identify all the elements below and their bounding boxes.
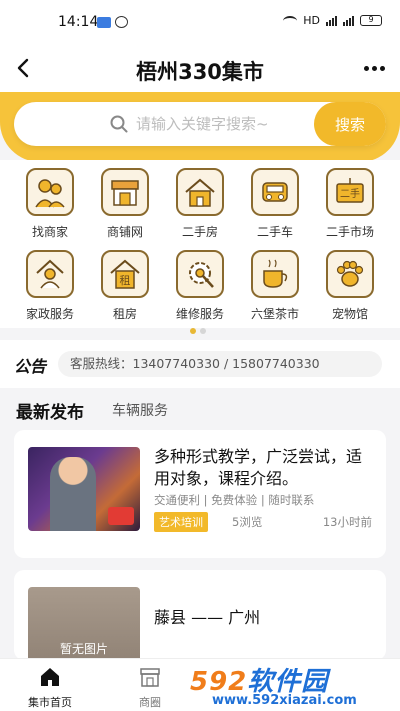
signal-icon-2	[343, 15, 354, 26]
bottom-nav: 集市首页 商圈 592软件园 www.592xiazai.com	[0, 658, 400, 711]
watermark-url: www.592xiazai.com	[212, 693, 357, 708]
shop-icon	[101, 168, 149, 216]
category-label: 六堡茶市	[250, 307, 299, 321]
category-merchant[interactable]: 找商家	[13, 168, 87, 240]
repair-icon	[176, 250, 224, 298]
content-tabs: 最新发布 车辆服务	[0, 388, 400, 428]
watermark: 592软件园 www.592xiazai.com	[182, 659, 392, 711]
signal-icon	[326, 15, 337, 26]
category-grid: 找商家 商铺网 二手房 二手车 二手 二手市场 家政服务 租 租房 维修服务 六…	[0, 160, 400, 328]
search-icon	[110, 115, 128, 133]
page-title: 梧州330集市	[136, 60, 264, 84]
category-label: 二手市场	[325, 225, 374, 239]
status-bar: 14:14 HD 9	[0, 0, 400, 44]
more-options-icon[interactable]	[360, 56, 388, 80]
category-pet[interactable]: 宠物馆	[313, 250, 387, 322]
housekeeping-icon	[26, 250, 74, 298]
category-label: 商铺网	[106, 225, 143, 239]
rent-sign-text: 租	[120, 274, 131, 287]
no-image-label: 暂无图片	[59, 642, 108, 656]
category-label: 二手车	[256, 225, 293, 239]
category-house[interactable]: 二手房	[163, 168, 237, 240]
listing-tags: 交通便利 | 免费体验 | 随时联系	[154, 493, 315, 507]
battery-icon: 9	[360, 15, 382, 26]
page-dot	[200, 328, 206, 334]
notice-bar: 公告 客服热线：13407740330 / 15807740330	[0, 340, 400, 388]
secondhand-sign-text: 二手	[340, 187, 360, 200]
category-badge: 艺术培训	[154, 512, 208, 532]
category-rent[interactable]: 租 租房	[88, 250, 162, 322]
notice-text[interactable]: 客服热线：13407740330 / 15807740330	[58, 351, 382, 377]
page-dot-active	[190, 328, 196, 334]
category-housekeeping[interactable]: 家政服务	[13, 250, 87, 322]
listing-thumbnail	[28, 447, 140, 531]
navbar: 梧州330集市	[0, 44, 400, 92]
category-tea[interactable]: 六堡茶市	[238, 250, 312, 322]
wifi-icon	[283, 15, 298, 26]
nav-home[interactable]: 集市首页	[10, 667, 90, 710]
listing-card[interactable]: 暂无图片 藤县 —— 广州	[14, 570, 386, 671]
listing-title: 藤县 —— 广州	[154, 608, 261, 627]
app-notification-icon	[97, 17, 111, 28]
page-indicator	[190, 328, 206, 334]
search-input[interactable]	[136, 113, 316, 135]
category-label: 维修服务	[175, 307, 224, 321]
nav-shops-label: 商圈	[139, 696, 161, 709]
rent-icon: 租	[101, 250, 149, 298]
car-icon	[251, 168, 299, 216]
tab-vehicle-service[interactable]: 车辆服务	[112, 400, 168, 420]
photo-logo	[108, 507, 134, 525]
category-label: 家政服务	[25, 307, 74, 321]
status-time: 14:14	[58, 14, 99, 30]
person-photo	[50, 457, 96, 531]
notice-logo: 公告	[14, 357, 47, 376]
tab-latest[interactable]: 最新发布	[16, 398, 84, 423]
category-label: 租房	[112, 307, 137, 321]
nav-home-label: 集市首页	[28, 696, 72, 709]
category-label: 找商家	[31, 225, 68, 239]
network-label: HD	[303, 14, 320, 27]
category-secondhand[interactable]: 二手 二手市场	[313, 168, 387, 240]
tea-icon	[251, 250, 299, 298]
post-time: 13小时前	[322, 515, 372, 529]
listing-card[interactable]: 多种形式教学，广泛尝试，适用对象，课程介绍。 交通便利 | 免费体验 | 随时联…	[14, 430, 386, 558]
pet-icon	[326, 250, 374, 298]
status-indicators: HD 9	[283, 14, 382, 27]
store-icon	[140, 668, 160, 687]
category-car[interactable]: 二手车	[238, 168, 312, 240]
category-label: 宠物馆	[331, 307, 368, 321]
secondhand-icon: 二手	[326, 168, 374, 216]
nav-shops[interactable]: 商圈	[110, 667, 190, 710]
listing-title: 多种形式教学，广泛尝试，适用对象，课程介绍。	[154, 447, 363, 488]
category-label: 二手房	[181, 225, 218, 239]
category-repair[interactable]: 维修服务	[163, 250, 237, 322]
house-icon	[176, 168, 224, 216]
view-count: 5浏览	[232, 515, 263, 529]
merchant-icon	[26, 168, 74, 216]
chat-bubble-icon	[115, 16, 128, 28]
category-shop[interactable]: 商铺网	[88, 168, 162, 240]
search-bar: 搜索	[14, 102, 386, 146]
home-icon	[41, 668, 59, 686]
search-button[interactable]: 搜索	[314, 102, 386, 146]
